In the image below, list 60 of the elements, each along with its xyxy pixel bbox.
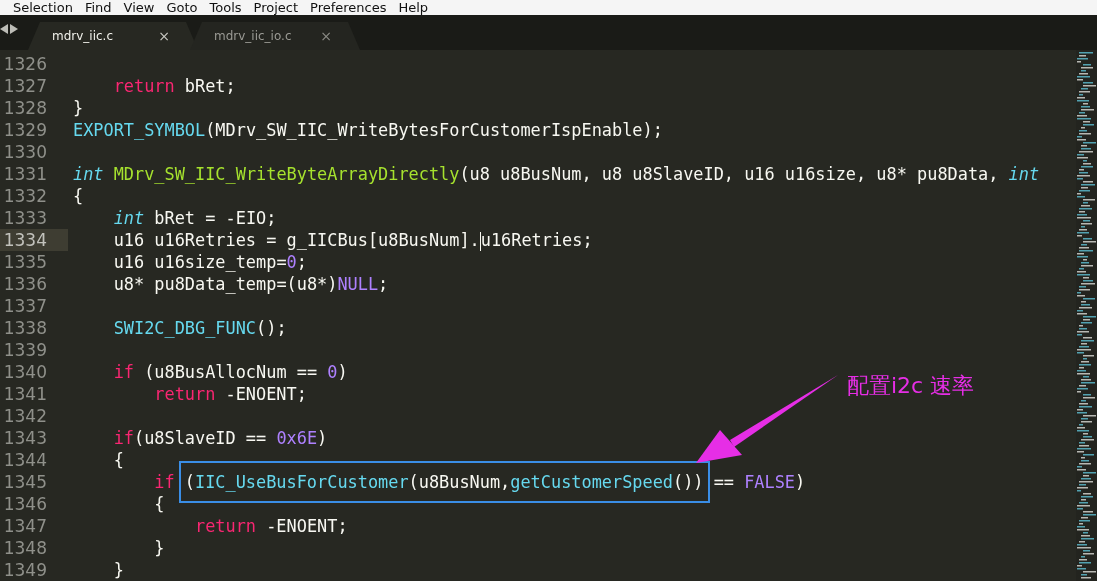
minimap-drawing[interactable] <box>1076 50 1097 581</box>
code-line: { <box>113 450 124 470</box>
code-line: return -ENOENT; <box>195 516 348 536</box>
line-number: 1349 <box>2 559 48 581</box>
code-line: u16Retries; <box>480 230 593 250</box>
line-number: 1337 <box>2 295 48 317</box>
text-cursor <box>479 231 481 251</box>
code-line: return -ENOENT; <box>154 384 307 404</box>
code-line: } <box>154 538 165 558</box>
line-number: 1341 <box>2 383 48 405</box>
left-arrow-icon[interactable] <box>0 24 8 34</box>
code-line: SWI2C_DBG_FUNC(); <box>113 318 287 338</box>
menu-item[interactable]: Selection <box>12 0 79 15</box>
line-number: 1345 <box>2 471 48 493</box>
menu-item[interactable]: View <box>122 0 161 15</box>
line-number: 1342 <box>2 405 48 427</box>
code-line: u16 u16size_temp=0; <box>113 252 307 272</box>
code-line: if(u8SlaveID == 0x6E) <box>113 428 328 448</box>
code-line: int bRet = -EIO; <box>113 208 277 228</box>
line-number: 1329 <box>2 119 48 141</box>
code-line: { <box>73 186 84 206</box>
code-line: if <box>154 472 175 492</box>
highlighted-code: (IIC_UseBusForCustomer(u8BusNum,getCustomerSpeed()) <box>178 461 710 503</box>
line-number: 1336 <box>2 273 48 295</box>
code-line: return bRet; <box>113 76 236 96</box>
line-number: 1328 <box>2 97 48 119</box>
line-number: 1332 <box>2 185 48 207</box>
menu-item[interactable]: Tools <box>208 0 248 15</box>
code-line: } <box>73 98 84 118</box>
line-number: 1327 <box>2 75 48 97</box>
code-line: == FALSE) <box>713 472 806 492</box>
line-number: 1326 <box>2 53 48 75</box>
menu-item[interactable]: Find <box>83 0 118 15</box>
code-line: } <box>113 560 124 580</box>
menu-item[interactable]: Preferences <box>309 0 393 15</box>
line-number: 1331 <box>2 163 48 185</box>
file-tab[interactable]: mdrv_iic_io.c × <box>190 22 360 50</box>
line-number: 1333 <box>2 207 48 229</box>
code-line: u16 u16Retries = g_IICBus[u8BusNum]. <box>113 230 480 250</box>
line-number: 1343 <box>2 427 48 449</box>
code-line: u8* pu8Data_temp=(u8*)NULL; <box>113 274 389 294</box>
code-line: int MDrv_SW_IIC_WriteByteArrayDirectly(u8 u8BusNum, u8 u8SlaveID, u16 u16size, u8* pu8Data, int <box>73 164 1040 184</box>
menu-item[interactable]: Goto <box>165 0 204 15</box>
line-number: 1334 <box>0 229 68 251</box>
line-number: 1344 <box>2 449 48 471</box>
line-number: 1335 <box>2 251 48 273</box>
line-number: 1346 <box>2 493 48 515</box>
line-number: 1338 <box>2 317 48 339</box>
line-number: 1339 <box>2 339 48 361</box>
line-number: 1347 <box>2 515 48 537</box>
line-number: 1340 <box>2 361 48 383</box>
annotation-label: 配置i2c 速率 <box>847 372 975 400</box>
line-number: 1330 <box>2 141 48 163</box>
code-line: if (u8BusAllocNum == 0) <box>113 362 348 382</box>
menu-item[interactable]: Project <box>252 0 304 15</box>
right-arrow-icon[interactable] <box>10 24 18 34</box>
menu-item[interactable]: Help <box>397 0 435 15</box>
code-line: EXPORT_SYMBOL(MDrv_SW_IIC_WriteBytesForCustomerIspEnable); <box>73 120 663 140</box>
line-number: 1348 <box>2 537 48 559</box>
code-line: { <box>154 494 165 514</box>
